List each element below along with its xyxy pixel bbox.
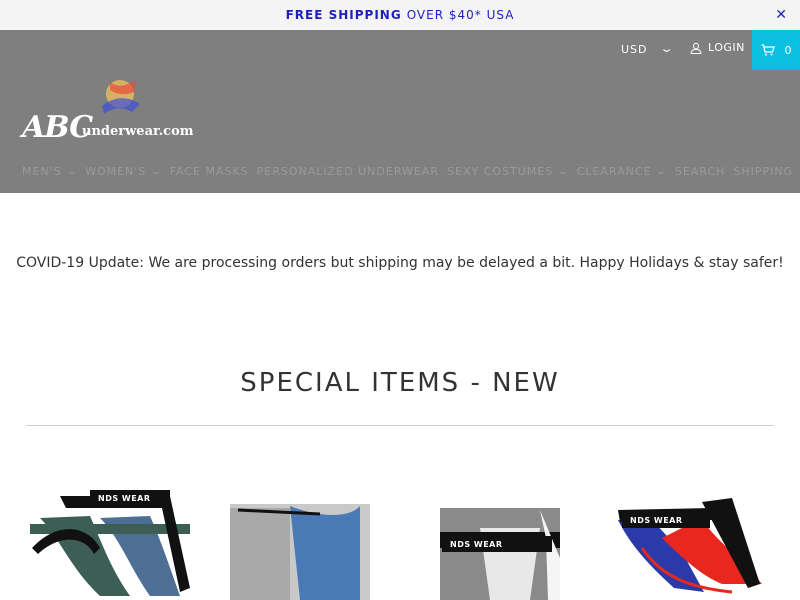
- nav-item-search[interactable]: SEARCH: [675, 165, 726, 178]
- promo-bar: FREE SHIPPING OVER $40* USA ✕: [0, 0, 800, 30]
- nav-item-mens[interactable]: MEN'S ⌄: [22, 165, 80, 178]
- utility-bar: USD ⌄ LOGIN 0: [0, 30, 800, 70]
- product-band: NDS WEAR: [442, 536, 552, 552]
- chevron-down-icon: ⌄: [655, 166, 670, 177]
- nav-item-clearance[interactable]: CLEARANCE ⌄: [576, 165, 670, 178]
- currency-selector[interactable]: USD: [621, 43, 648, 56]
- logo-domain: underwear.com: [82, 124, 194, 139]
- cart-icon: [761, 44, 775, 56]
- product-card[interactable]: [220, 488, 380, 600]
- login-label: LOGIN: [708, 41, 745, 54]
- nav-item-label: MEN'S: [22, 165, 62, 178]
- user-icon: [690, 42, 702, 54]
- chevron-down-icon: ⌄: [556, 166, 571, 177]
- site-header: ABC underwear.com MEN'S ⌄ WOMEN'S ⌄ FACE M…: [0, 70, 800, 193]
- close-icon[interactable]: ✕: [775, 7, 788, 23]
- nav-item-label: PERSONALIZED UNDERWEAR: [256, 165, 440, 178]
- chevron-down-icon[interactable]: ⌄: [659, 42, 674, 55]
- product-image: [618, 498, 762, 594]
- nav-item-label: SHIPPING: [733, 165, 794, 178]
- covid-announcement: COVID-19 Update: We are processing order…: [16, 255, 784, 271]
- product-card[interactable]: NDS WEAR: [612, 488, 772, 600]
- chevron-down-icon: ⌄: [65, 166, 80, 177]
- main-nav: MEN'S ⌄ WOMEN'S ⌄ FACE MASKS PERSONALIZED …: [22, 162, 800, 181]
- nav-item-womens[interactable]: WOMEN'S ⌄: [85, 165, 162, 178]
- nav-item-label: SEXY COSTUMES: [447, 165, 554, 178]
- cart-count: 0: [784, 43, 792, 57]
- site-logo[interactable]: ABC underwear.com: [22, 76, 222, 146]
- promo-strong-text: FREE SHIPPING: [285, 8, 402, 22]
- nav-item-label: CLEARANCE: [576, 165, 652, 178]
- product-band: NDS WEAR: [622, 512, 710, 528]
- cart-button[interactable]: 0: [752, 30, 800, 70]
- section-divider: [26, 425, 774, 426]
- nav-item-label: FACE MASKS: [169, 165, 249, 178]
- nav-item-label: SEARCH: [674, 165, 726, 178]
- nav-item-personalized-underwear[interactable]: PERSONALIZED UNDERWEAR: [257, 165, 439, 178]
- nav-item-label: WOMEN'S: [85, 165, 147, 178]
- product-band: NDS WEAR: [90, 490, 170, 506]
- section-title: SPECIAL ITEMS - NEW: [240, 368, 560, 398]
- nav-item-sexy-costumes[interactable]: SEXY COSTUMES ⌄: [447, 165, 569, 178]
- product-card[interactable]: NDS WEAR: [420, 488, 580, 600]
- chevron-down-icon: ⌄: [149, 166, 165, 177]
- login-link[interactable]: LOGIN: [690, 41, 745, 54]
- nav-item-face-masks[interactable]: FACE MASKS: [170, 165, 249, 178]
- nav-item-shipping[interactable]: SHIPPING: [733, 165, 793, 178]
- product-image: [230, 504, 370, 600]
- product-card[interactable]: NDS WEAR: [30, 488, 190, 600]
- promo-rest-text: OVER $40* USA: [406, 8, 515, 22]
